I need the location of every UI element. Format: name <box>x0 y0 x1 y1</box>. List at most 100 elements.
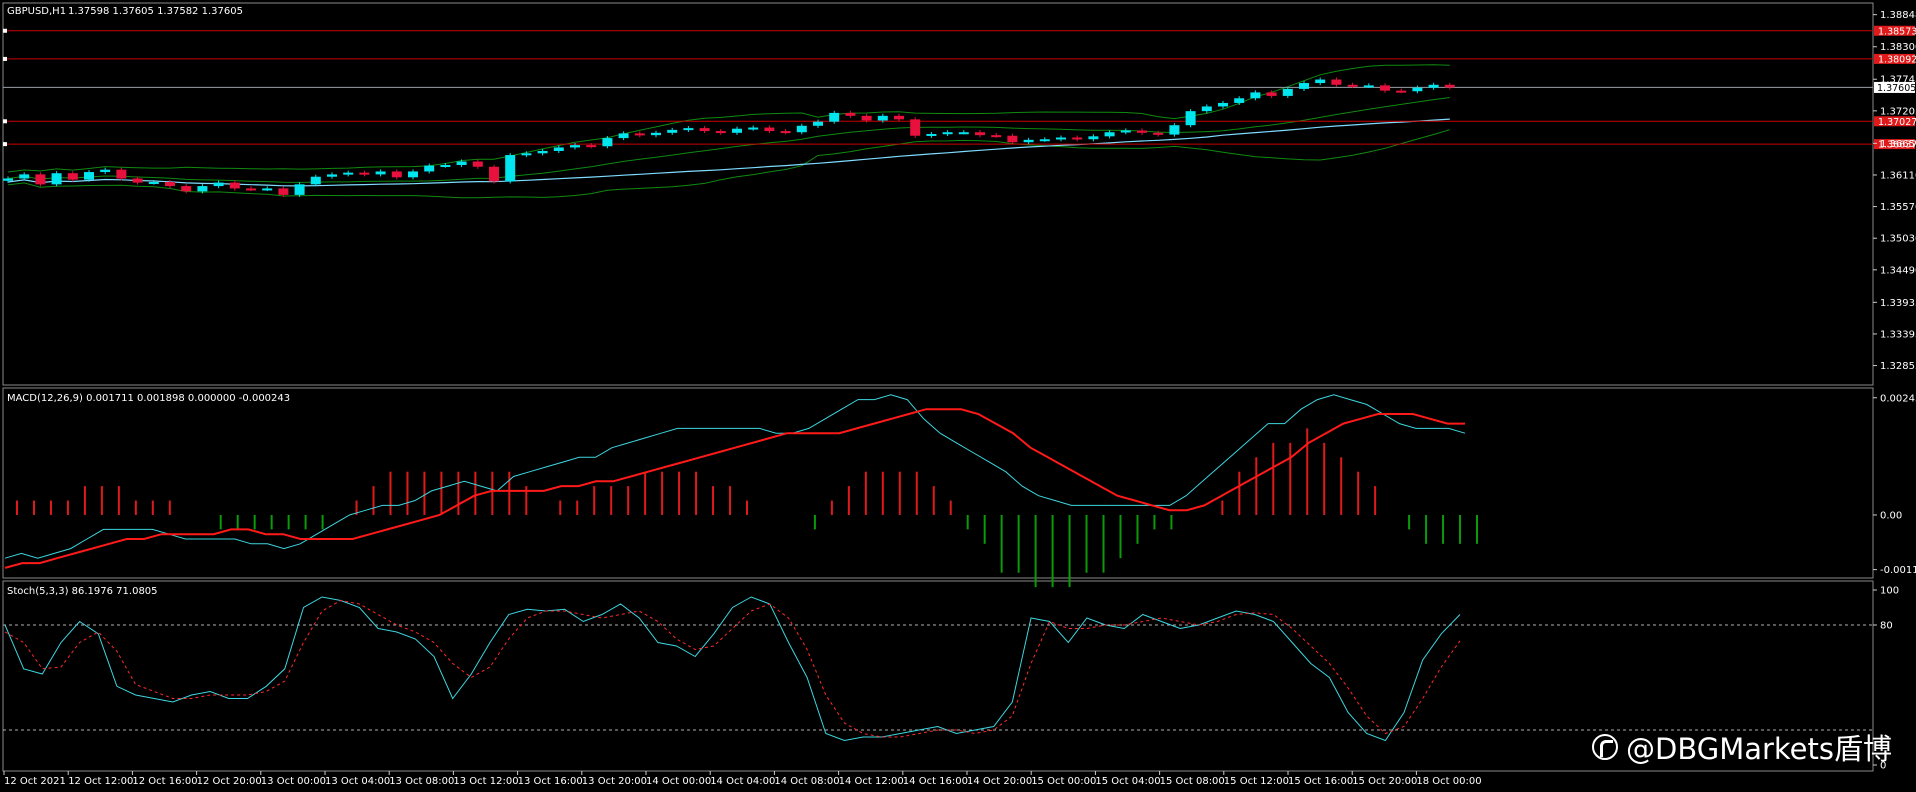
price-axis-label: 1.34490 <box>1880 265 1916 276</box>
time-axis-label: 12 Oct 12:00 <box>68 776 133 787</box>
main-header-symbol: GBPUSD,H1 <box>7 6 66 17</box>
macd-pane[interactable] <box>4 394 1478 588</box>
time-axis-label: 13 Oct 20:00 <box>582 776 647 787</box>
candle-body <box>1072 137 1083 140</box>
level-price-label: 1.38573 <box>1878 26 1916 37</box>
candle-body <box>1363 85 1374 88</box>
candle-body <box>521 153 532 156</box>
candle-body <box>1137 130 1147 133</box>
candle-body <box>343 172 354 175</box>
time-axis-label: 15 Oct 04:00 <box>1095 776 1160 787</box>
time-axis-label: 14 Oct 08:00 <box>774 776 839 787</box>
candle-body <box>1299 83 1309 89</box>
candle-body <box>1347 84 1358 87</box>
candle-body <box>570 145 580 148</box>
stoch-header: Stoch(5,3,3) 86.1976 71.0805 <box>7 586 158 597</box>
level-anchor-marker <box>3 56 7 61</box>
candle-body <box>1234 98 1245 103</box>
candle-body <box>1218 102 1228 107</box>
candle-body <box>1412 87 1423 92</box>
candle-body <box>181 186 192 192</box>
candle-body <box>877 115 888 121</box>
candle-body <box>1104 132 1115 137</box>
candle-body <box>667 129 678 133</box>
candle-body <box>278 188 289 195</box>
candle-body <box>861 115 872 121</box>
time-axis-label: 15 Oct 12:00 <box>1224 776 1289 787</box>
price-pane[interactable]: 1.385731.380921.370271.366371.37605 <box>3 25 1916 199</box>
candle-body <box>796 125 807 133</box>
candle-body <box>440 165 451 168</box>
candle-body <box>1023 139 1034 143</box>
time-axis-label: 12 Oct 20:00 <box>197 776 262 787</box>
candle-body <box>489 166 499 182</box>
candle-body <box>408 171 418 178</box>
candle-body <box>651 132 661 136</box>
level-price-label: 1.38092 <box>1878 54 1916 65</box>
candle-body <box>359 172 370 175</box>
price-axis-label: 1.32855 <box>1880 361 1916 372</box>
candle-body <box>294 184 305 195</box>
candle-body <box>1201 106 1212 112</box>
candle-body <box>975 132 985 136</box>
band-upper-line <box>7 64 1450 173</box>
candle-body <box>1444 84 1455 88</box>
candle-body <box>537 150 548 154</box>
stoch-main-line <box>4 596 1461 742</box>
candle-body <box>197 186 208 192</box>
candle-body <box>634 133 645 136</box>
candle-body <box>391 171 402 178</box>
time-axis-label: 18 Oct 00:00 <box>1416 776 1481 787</box>
candle-body <box>1428 84 1439 88</box>
time-axis-label: 13 Oct 04:00 <box>325 776 390 787</box>
candle-body <box>375 171 386 175</box>
time-axis-label: 12 Oct 16:00 <box>132 776 197 787</box>
stoch-pane[interactable] <box>3 596 1873 742</box>
stoch-signal-line <box>4 599 1461 738</box>
time-axis-label: 14 Oct 00:00 <box>646 776 711 787</box>
candle-body <box>1153 132 1164 135</box>
candle-body <box>715 131 726 134</box>
candle-body <box>1315 79 1326 84</box>
time-axis-label: 15 Oct 08:00 <box>1160 776 1225 787</box>
candle-body <box>942 132 953 135</box>
candle-body <box>1056 137 1066 140</box>
macd-axis-label: 0.00 <box>1880 510 1902 521</box>
candle-body <box>602 138 613 147</box>
candle-body <box>262 188 273 191</box>
stoch-axis-label: 80 <box>1880 621 1893 632</box>
time-axis-label: 15 Oct 20:00 <box>1352 776 1417 787</box>
time-axis-label: 14 Oct 04:00 <box>710 776 775 787</box>
candle-body <box>780 131 791 134</box>
time-axis-label: 13 Oct 00:00 <box>261 776 326 787</box>
candle-body <box>553 147 564 151</box>
candle-body <box>586 145 597 148</box>
trading-chart[interactable]: 1.385731.380921.370271.366371.37605 1.38… <box>0 0 1916 792</box>
macd-axis-label: -0.001136 <box>1880 565 1916 576</box>
time-axis-label: 14 Oct 12:00 <box>839 776 904 787</box>
candle-body <box>100 169 111 173</box>
candle-body <box>67 173 78 180</box>
price-axis-label: 1.33935 <box>1880 298 1916 309</box>
candle-body <box>456 161 467 166</box>
time-axis-label: 13 Oct 12:00 <box>453 776 518 787</box>
candle-body <box>910 119 921 136</box>
level-anchor-marker <box>3 119 7 124</box>
price-axis-label: 1.37205 <box>1880 106 1916 117</box>
candle-body <box>1250 92 1261 99</box>
price-axis-label: 1.36110 <box>1880 170 1916 181</box>
candle-body <box>894 115 904 120</box>
candle-body <box>84 172 94 180</box>
candle-body <box>1282 88 1293 96</box>
level-anchor-marker <box>3 28 7 33</box>
price-axis-label: 1.37745 <box>1880 75 1916 86</box>
level-anchor-marker <box>3 142 7 147</box>
candle-body <box>505 155 516 182</box>
candle-body <box>229 182 240 189</box>
candle-body <box>213 182 224 187</box>
candle-body <box>958 132 969 135</box>
main-header-ohlc: 1.37598 1.37605 1.37582 1.37605 <box>68 6 243 17</box>
candle-body <box>1088 136 1099 140</box>
time-axis-label: 12 Oct 2021 <box>4 776 66 787</box>
candle-body <box>246 188 256 191</box>
